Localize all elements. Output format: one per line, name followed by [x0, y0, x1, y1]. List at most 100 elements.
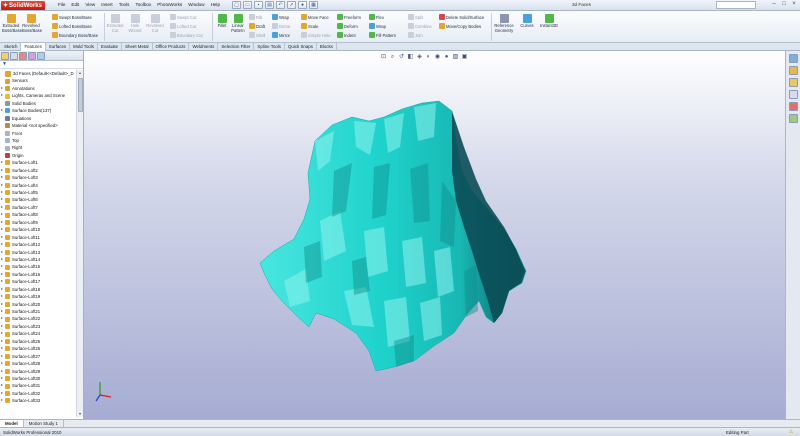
- tree-item[interactable]: ▸ Surface-Loft3: [0, 174, 76, 181]
- mirror-button[interactable]: Mirror: [272, 32, 290, 38]
- expand-icon[interactable]: ▸: [0, 338, 4, 345]
- move-copy-bodies-button[interactable]: Move/Copy Bodies: [439, 23, 481, 29]
- tab-surfaces[interactable]: Surfaces: [46, 43, 71, 51]
- combine-button[interactable]: Combine: [408, 23, 432, 29]
- boundary-cut-button[interactable]: Boundary Cut: [170, 32, 203, 38]
- revolved-cut-button[interactable]: Revolved Cut: [146, 14, 164, 33]
- expand-icon[interactable]: ▸: [0, 278, 4, 285]
- tree-item[interactable]: ▸ Surface-Loft22: [0, 315, 76, 322]
- minimize-icon[interactable]: –: [770, 1, 778, 9]
- tree-item[interactable]: ▸ Surface-Loft18: [0, 286, 76, 293]
- swept-boss-button[interactable]: Swept Boss/Base: [52, 14, 92, 20]
- filter-icon[interactable]: ▼: [0, 61, 83, 69]
- tree-item[interactable]: ▸ Surface-Loft32: [0, 390, 76, 397]
- expand-icon[interactable]: ▸: [0, 390, 4, 397]
- tree-item[interactable]: ▸ Surface-Loft25: [0, 338, 76, 345]
- tree-item[interactable]: ▸ Surface-Loft24: [0, 330, 76, 337]
- tree-item[interactable]: ▸ Surface-Loft26: [0, 345, 76, 352]
- menu-item-tools[interactable]: Tools: [119, 2, 130, 7]
- tree-item[interactable]: ▸ Surface-Loft7: [0, 204, 76, 211]
- expand-icon[interactable]: ▸: [0, 107, 4, 114]
- join-button[interactable]: Join: [408, 32, 423, 38]
- expand-icon[interactable]: ▸: [0, 241, 4, 248]
- expand-icon[interactable]: ▸: [0, 323, 4, 330]
- tab-mold-tools[interactable]: Mold Tools: [70, 43, 98, 51]
- configuration-manager-icon[interactable]: [19, 52, 27, 60]
- tree-item[interactable]: Top: [0, 137, 76, 144]
- view-palette-icon[interactable]: [788, 90, 798, 99]
- tree-item[interactable]: ▸ Surface-Loft4: [0, 182, 76, 189]
- expand-icon[interactable]: ▸: [0, 308, 4, 315]
- deform-button[interactable]: Deform: [337, 23, 358, 29]
- design-library-icon[interactable]: [788, 66, 798, 75]
- menu-item-view[interactable]: View: [85, 2, 95, 7]
- expand-icon[interactable]: ▸: [0, 234, 4, 241]
- open-folder-icon[interactable]: ▭: [243, 1, 252, 9]
- indent-button[interactable]: Indent: [337, 32, 356, 38]
- fill-pattern-button[interactable]: Fill Pattern: [369, 32, 396, 38]
- undo-icon[interactable]: ↶: [276, 1, 285, 9]
- maximize-icon[interactable]: □: [780, 1, 788, 9]
- menu-item-window[interactable]: Window: [188, 2, 204, 7]
- options-icon[interactable]: ▦: [309, 1, 318, 9]
- expand-icon[interactable]: ▸: [0, 182, 4, 189]
- wrap-button[interactable]: Wrap: [272, 14, 289, 20]
- tree-item[interactable]: ▸ Surface-Loft31: [0, 382, 76, 389]
- resources-icon[interactable]: [788, 54, 798, 63]
- expand-icon[interactable]: ▸: [0, 315, 4, 322]
- expand-icon[interactable]: ▸: [0, 196, 4, 203]
- draft-button[interactable]: Draft: [249, 23, 265, 29]
- tree-item[interactable]: ▸ Surface-Loft8: [0, 211, 76, 218]
- reference-geometry-button[interactable]: Reference Geometry: [492, 14, 516, 33]
- help-icon[interactable]: ⚠: [786, 429, 796, 436]
- tab-weldments[interactable]: Weldments: [189, 43, 219, 51]
- curves-button[interactable]: Curves: [518, 14, 536, 29]
- tree-item[interactable]: ▸ Surface-Loft6: [0, 196, 76, 203]
- select-icon[interactable]: ➚: [287, 1, 296, 9]
- save-icon[interactable]: ▪: [254, 1, 263, 9]
- tree-item[interactable]: ▸ Surface-Loft15: [0, 263, 76, 270]
- scroll-thumb[interactable]: [78, 78, 83, 112]
- tree-item[interactable]: ▸ Surface-Loft10: [0, 226, 76, 233]
- print-icon[interactable]: ▤: [265, 1, 274, 9]
- dome-button[interactable]: Dome: [272, 23, 290, 29]
- expand-icon[interactable]: ▸: [0, 256, 4, 263]
- scroll-up-icon[interactable]: ▴: [77, 70, 83, 76]
- expand-icon[interactable]: ▸: [0, 226, 4, 233]
- menu-item-edit[interactable]: Edit: [71, 2, 79, 7]
- expand-icon[interactable]: ▸: [0, 353, 4, 360]
- tree-item[interactable]: ▸ Surface-Loft30: [0, 375, 76, 382]
- custom-properties-icon[interactable]: [788, 114, 798, 123]
- tree-item[interactable]: ▸ Surface-Loft29: [0, 368, 76, 375]
- menu-item-photoworks[interactable]: PhotoWorks: [157, 2, 182, 7]
- instant3d-button[interactable]: Instant3D: [538, 14, 560, 29]
- boundary-boss-button[interactable]: Boundary Boss/Base: [52, 32, 98, 38]
- file-explorer-icon[interactable]: [788, 78, 798, 87]
- tab-features[interactable]: Features: [21, 43, 46, 51]
- expand-icon[interactable]: ▸: [0, 167, 4, 174]
- tree-item[interactable]: ▸ Surface-Loft28: [0, 360, 76, 367]
- expand-icon[interactable]: ▸: [0, 219, 4, 226]
- tree-item[interactable]: ▸ Surface-Loft1: [0, 159, 76, 166]
- tree-item[interactable]: ▸ Surface-Loft23: [0, 323, 76, 330]
- expand-icon[interactable]: ▸: [0, 345, 4, 352]
- rib-button[interactable]: Rib: [249, 14, 262, 20]
- menu-item-toolbox[interactable]: Toolbox: [135, 2, 151, 7]
- expand-icon[interactable]: ▸: [0, 271, 4, 278]
- expand-icon[interactable]: ▸: [0, 174, 4, 181]
- expand-icon[interactable]: ▸: [0, 301, 4, 308]
- tree-item[interactable]: ▸ Surface-Loft11: [0, 234, 76, 241]
- expand-icon[interactable]: ▸: [0, 368, 4, 375]
- tab-quick-snaps[interactable]: Quick Snaps: [285, 43, 317, 51]
- tree-item[interactable]: ▸ Surface-Loft14: [0, 256, 76, 263]
- 3d-model[interactable]: [84, 51, 785, 419]
- graphics-area[interactable]: ⊡ ⌕ ↺ ◧ ◈ ◐ ◉ ● ▨ ▣: [84, 51, 785, 419]
- tree-item[interactable]: ▸ Surface-Loft13: [0, 249, 76, 256]
- expand-icon[interactable]: ▸: [0, 189, 4, 196]
- expand-icon[interactable]: ▸: [0, 360, 4, 367]
- tree-item[interactable]: Front: [0, 130, 76, 137]
- tree-item[interactable]: Origin: [0, 152, 76, 159]
- tab-selection-filter[interactable]: Selection Filter: [218, 43, 255, 51]
- tab-spline-tools[interactable]: Spline Tools: [254, 43, 286, 51]
- expand-icon[interactable]: ▸: [0, 375, 4, 382]
